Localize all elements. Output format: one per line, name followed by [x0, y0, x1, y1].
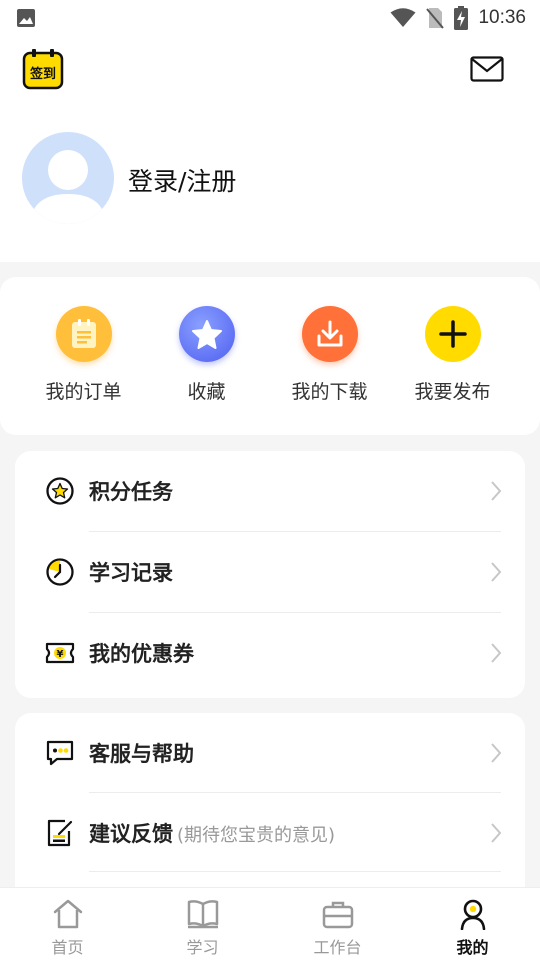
- avatar[interactable]: [22, 132, 114, 224]
- quick-action-label: 我要发布: [414, 381, 491, 403]
- menu-item-study-record[interactable]: 学习记录: [15, 532, 525, 612]
- status-time: 10:36: [478, 7, 526, 28]
- tab-home[interactable]: 首页: [0, 888, 135, 960]
- chevron-right-icon: [491, 643, 502, 663]
- menu-item-customer-service[interactable]: 客服与帮助: [15, 713, 525, 793]
- menu-item-feedback[interactable]: 建议反馈 (期待您宝贵的意见): [15, 793, 525, 873]
- menu-item-coupons[interactable]: ¥ 我的优惠券: [15, 613, 525, 693]
- points-task-icon: [46, 477, 74, 505]
- feedback-hint: (期待您宝贵的意见): [177, 825, 336, 846]
- tab-label: 学习: [186, 938, 219, 957]
- star-icon: [192, 320, 222, 349]
- feedback-label: 建议反馈: [89, 822, 173, 846]
- menu-item-points-task[interactable]: 积分任务: [15, 451, 525, 531]
- status-bar: 10:36: [0, 0, 540, 36]
- customer-service-icon: [46, 740, 74, 766]
- default-avatar-icon: [30, 150, 106, 224]
- profile-icon: [460, 899, 486, 930]
- feedback-icon: [47, 819, 73, 847]
- order-icon: [72, 319, 96, 348]
- quick-action-label: 我的下载: [291, 381, 368, 403]
- checkin-icon[interactable]: 签到: [22, 48, 64, 90]
- menu-card-primary: 积分任务 学习记录 ¥ 我的优惠券: [15, 451, 525, 698]
- quick-action-orders[interactable]: 我的订单: [16, 277, 151, 435]
- menu-item-label: 学习记录: [89, 561, 173, 585]
- tab-workbench[interactable]: 工作台: [270, 888, 405, 960]
- download-icon: [317, 320, 343, 347]
- chevron-right-icon: [491, 823, 502, 843]
- wifi-icon: [390, 8, 416, 27]
- tab-label: 我的: [456, 938, 489, 957]
- mail-icon[interactable]: [470, 56, 504, 82]
- study-record-icon: [46, 558, 74, 586]
- quick-action-label: 我的订单: [45, 381, 122, 403]
- no-sim-icon: [426, 8, 445, 29]
- bottom-tab-bar: 首页 学习 工作台 我的: [0, 887, 540, 960]
- menu-card-secondary: 客服与帮助 建议反馈 (期待您宝贵的意见): [15, 713, 525, 903]
- svg-text:¥: ¥: [57, 649, 64, 660]
- menu-item-label: 我的优惠券: [89, 642, 194, 666]
- quick-action-favorites[interactable]: 收藏: [139, 277, 274, 435]
- chevron-right-icon: [491, 481, 502, 501]
- chevron-right-icon: [491, 743, 502, 763]
- image-notification-icon: [17, 9, 35, 27]
- tab-label: 首页: [51, 938, 84, 957]
- coupon-icon: ¥: [45, 642, 75, 664]
- quick-actions-card: 我的订单 收藏 我的下载 我要发布: [0, 277, 540, 435]
- home-icon: [53, 899, 83, 929]
- checkin-label: 签到: [29, 66, 56, 82]
- divider: [89, 871, 501, 872]
- login-register-link[interactable]: 登录/注册: [128, 162, 236, 198]
- menu-item-label: 建议反馈 (期待您宝贵的意见): [89, 818, 335, 848]
- menu-item-label: 客服与帮助: [89, 742, 194, 766]
- tab-label: 工作台: [313, 938, 362, 957]
- quick-action-downloads[interactable]: 我的下载: [262, 277, 397, 435]
- plus-icon: [439, 320, 467, 348]
- menu-item-label: 积分任务: [89, 480, 173, 504]
- battery-charging-icon: [454, 6, 469, 30]
- book-icon: [187, 900, 219, 929]
- tab-study[interactable]: 学习: [135, 888, 270, 960]
- profile-header: 签到 登录/注册: [0, 36, 540, 262]
- quick-action-label: 收藏: [187, 381, 226, 403]
- quick-action-publish[interactable]: 我要发布: [385, 277, 520, 435]
- tab-profile[interactable]: 我的: [405, 888, 540, 960]
- chevron-right-icon: [491, 562, 502, 582]
- briefcase-icon: [322, 901, 354, 929]
